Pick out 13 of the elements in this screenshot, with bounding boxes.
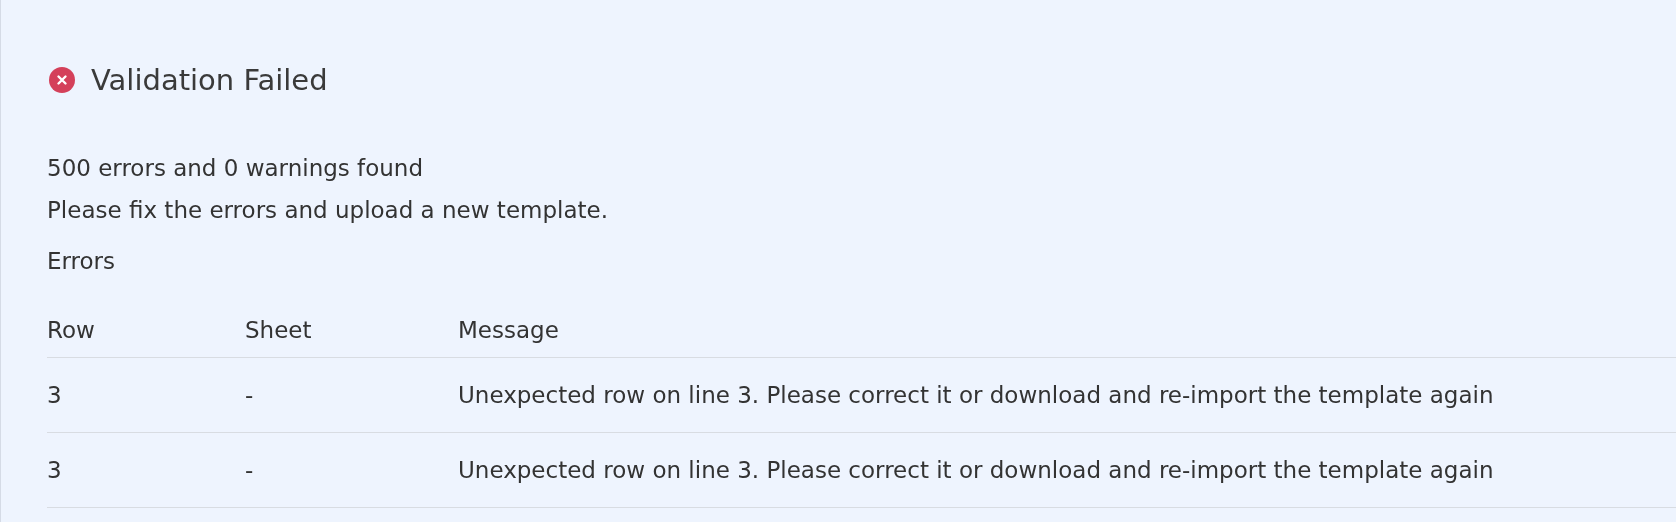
column-header: Sheet xyxy=(245,316,313,343)
table-cell-text: - xyxy=(245,457,255,483)
dialog-title: Validation Failed xyxy=(91,63,328,97)
table-cell: Unexpected row on line 3. Please correct it or download and re-import the template again xyxy=(458,457,1494,483)
table-cell: Unexpected row on line 3. Please correct it or download and re-import the template again xyxy=(458,382,1494,408)
table-cell-text: 3 xyxy=(47,382,63,408)
table-cell-text: 3 xyxy=(47,457,63,483)
column-header: Row xyxy=(47,316,96,343)
column-header: Message xyxy=(458,316,559,343)
section-title: Errors xyxy=(47,247,117,276)
summary-text: Please fix the errors and upload a new template. xyxy=(47,196,609,225)
summary-text: 500 errors and 0 warnings found xyxy=(47,154,425,183)
table-cell-text: - xyxy=(245,382,255,408)
